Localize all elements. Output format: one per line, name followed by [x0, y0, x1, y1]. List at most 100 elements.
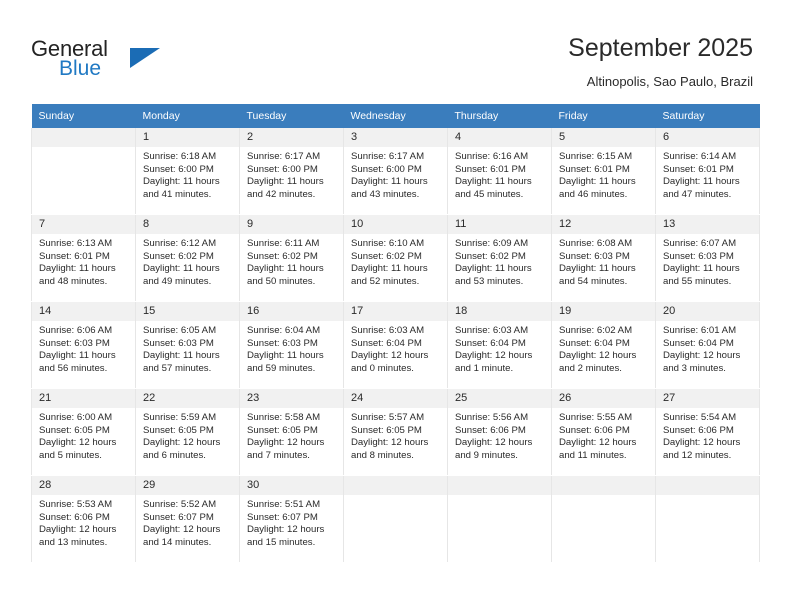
day-daylight-text: Daylight: 11 hours	[455, 176, 532, 188]
day-details: Sunrise: 6:17 AM Sunset: 6:00 PM Daylight:…	[240, 147, 343, 201]
calendar-day-cell[interactable]: 6 Sunrise: 6:14 AM Sunset: 6:01 PM Daylight…	[655, 128, 760, 215]
calendar-day-cell[interactable]: 26 Sunrise: 5:55 AM Sunset: 6:06 PM Dayligh…	[551, 389, 656, 476]
calendar-day-cell[interactable]: 22 Sunrise: 5:59 AM Sunset: 6:05 PM Dayligh…	[135, 389, 240, 476]
day-sunset-text: Sunset: 6:01 PM	[559, 163, 630, 175]
day-daylight-text: and 5 minutes.	[39, 449, 102, 461]
calendar-body: 1 Sunrise: 6:18 AM Sunset: 6:00 PM Daylight…	[31, 128, 760, 563]
day-number: 27	[656, 389, 759, 408]
page-header: General Blue September 2025 Altinopolis,…	[0, 0, 792, 104]
day-sunset-text: Sunset: 6:00 PM	[143, 163, 214, 175]
day-sunrise-text: Sunrise: 5:54 AM	[663, 412, 737, 423]
day-sunset-text: Sunset: 6:00 PM	[247, 163, 318, 175]
day-daylight-text: and 45 minutes.	[455, 188, 524, 200]
calendar-day-cell[interactable]: 5 Sunrise: 6:15 AM Sunset: 6:01 PM Daylight…	[551, 128, 656, 215]
day-daylight-text: and 42 minutes.	[247, 188, 316, 200]
day-sunset-text: Sunset: 6:05 PM	[351, 424, 422, 436]
calendar-day-cell[interactable]: 1 Sunrise: 6:18 AM Sunset: 6:00 PM Daylight…	[135, 128, 240, 215]
day-daylight-text: and 52 minutes.	[351, 275, 420, 287]
day-daylight-text: Daylight: 12 hours	[351, 350, 429, 362]
calendar-page: General Blue September 2025 Altinopolis,…	[0, 0, 792, 612]
calendar-day-cell[interactable]: 29 Sunrise: 5:52 AM Sunset: 6:07 PM Dayligh…	[135, 476, 240, 563]
day-sunrise-text: Sunrise: 6:13 AM	[39, 238, 113, 249]
day-sunset-text: Sunset: 6:02 PM	[143, 250, 214, 262]
day-sunrise-text: Sunrise: 5:58 AM	[247, 412, 321, 423]
calendar-day-cell[interactable]: 28 Sunrise: 5:53 AM Sunset: 6:06 PM Dayligh…	[31, 476, 136, 563]
calendar-week-row: 21 Sunrise: 6:00 AM Sunset: 6:05 PM Dayligh…	[31, 389, 760, 476]
triangle-flag-icon	[130, 48, 160, 68]
day-daylight-text: and 7 minutes.	[247, 449, 310, 461]
day-number: 7	[32, 215, 135, 234]
day-sunset-text: Sunset: 6:03 PM	[559, 250, 630, 262]
calendar-day-cell[interactable]: 19 Sunrise: 6:02 AM Sunset: 6:04 PM Dayligh…	[551, 302, 656, 389]
title-block: September 2025 Altinopolis, Sao Paulo, B…	[568, 33, 753, 91]
calendar-day-cell[interactable]: 30 Sunrise: 5:51 AM Sunset: 6:07 PM Dayligh…	[239, 476, 344, 563]
calendar-day-cell[interactable]: 8 Sunrise: 6:12 AM Sunset: 6:02 PM Daylight…	[135, 215, 240, 302]
day-number: 11	[448, 215, 551, 234]
day-sunrise-text: Sunrise: 6:04 AM	[247, 325, 321, 336]
calendar-day-cell[interactable]: 21 Sunrise: 6:00 AM Sunset: 6:05 PM Dayligh…	[31, 389, 136, 476]
calendar-day-cell[interactable]: 3 Sunrise: 6:17 AM Sunset: 6:00 PM Daylight…	[343, 128, 448, 215]
calendar-day-cell[interactable]: 24 Sunrise: 5:57 AM Sunset: 6:05 PM Dayligh…	[343, 389, 448, 476]
day-sunrise-text: Sunrise: 6:03 AM	[351, 325, 425, 336]
calendar-day-cell[interactable]: 13 Sunrise: 6:07 AM Sunset: 6:03 PM Dayligh…	[655, 215, 760, 302]
calendar-day-cell[interactable]: 15 Sunrise: 6:05 AM Sunset: 6:03 PM Dayligh…	[135, 302, 240, 389]
day-details: Sunrise: 5:51 AM Sunset: 6:07 PM Daylight:…	[240, 495, 343, 549]
calendar-day-cell[interactable]: 9 Sunrise: 6:11 AM Sunset: 6:02 PM Daylight…	[239, 215, 344, 302]
weekday-header-row: Sunday Monday Tuesday Wednesday Thursday…	[31, 104, 760, 128]
day-number: 21	[32, 389, 135, 408]
day-sunrise-text: Sunrise: 6:17 AM	[351, 151, 425, 162]
calendar-day-cell[interactable]: 12 Sunrise: 6:08 AM Sunset: 6:03 PM Dayligh…	[551, 215, 656, 302]
day-sunrise-text: Sunrise: 6:00 AM	[39, 412, 113, 423]
day-number: 25	[448, 389, 551, 408]
day-details: Sunrise: 6:06 AM Sunset: 6:03 PM Daylight:…	[32, 321, 135, 375]
day-sunrise-text: Sunrise: 6:07 AM	[663, 238, 737, 249]
day-details: Sunrise: 6:00 AM Sunset: 6:05 PM Daylight:…	[32, 408, 135, 462]
day-daylight-text: and 49 minutes.	[143, 275, 212, 287]
day-sunrise-text: Sunrise: 6:09 AM	[455, 238, 529, 249]
page-subtitle: Altinopolis, Sao Paulo, Brazil	[586, 74, 753, 89]
calendar-day-cell[interactable]: 7 Sunrise: 6:13 AM Sunset: 6:01 PM Daylight…	[31, 215, 136, 302]
brand-logo[interactable]: General Blue	[31, 36, 241, 86]
calendar-day-cell[interactable]: 16 Sunrise: 6:04 AM Sunset: 6:03 PM Dayligh…	[239, 302, 344, 389]
day-sunrise-text: Sunrise: 6:10 AM	[351, 238, 425, 249]
day-number: 18	[448, 302, 551, 321]
day-sunrise-text: Sunrise: 6:18 AM	[143, 151, 217, 162]
calendar-day-cell[interactable]: 10 Sunrise: 6:10 AM Sunset: 6:02 PM Dayligh…	[343, 215, 448, 302]
weekday-header-monday: Monday	[135, 104, 240, 128]
day-sunrise-text: Sunrise: 5:51 AM	[247, 499, 321, 510]
day-daylight-text: and 1 minute.	[455, 362, 514, 374]
calendar-week-row: 14 Sunrise: 6:06 AM Sunset: 6:03 PM Dayligh…	[31, 302, 760, 389]
day-daylight-text: Daylight: 11 hours	[559, 263, 636, 275]
day-daylight-text: and 12 minutes.	[663, 449, 732, 461]
day-daylight-text: and 2 minutes.	[559, 362, 622, 374]
day-sunrise-text: Sunrise: 6:17 AM	[247, 151, 321, 162]
calendar-day-cell[interactable]: 17 Sunrise: 6:03 AM Sunset: 6:04 PM Dayligh…	[343, 302, 448, 389]
calendar-day-cell[interactable]: 4 Sunrise: 6:16 AM Sunset: 6:01 PM Daylight…	[447, 128, 552, 215]
day-details: Sunrise: 5:54 AM Sunset: 6:06 PM Daylight:…	[656, 408, 759, 462]
day-daylight-text: Daylight: 12 hours	[143, 524, 221, 536]
day-daylight-text: Daylight: 11 hours	[247, 176, 324, 188]
day-daylight-text: and 41 minutes.	[143, 188, 212, 200]
day-details: Sunrise: 6:03 AM Sunset: 6:04 PM Daylight:…	[344, 321, 447, 375]
calendar-day-cell[interactable]: 14 Sunrise: 6:06 AM Sunset: 6:03 PM Dayligh…	[31, 302, 136, 389]
day-sunset-text: Sunset: 6:06 PM	[455, 424, 526, 436]
calendar-day-cell[interactable]: 25 Sunrise: 5:56 AM Sunset: 6:06 PM Dayligh…	[447, 389, 552, 476]
calendar-day-cell[interactable]: 18 Sunrise: 6:03 AM Sunset: 6:04 PM Dayligh…	[447, 302, 552, 389]
day-details: Sunrise: 6:11 AM Sunset: 6:02 PM Daylight:…	[240, 234, 343, 288]
calendar-day-cell[interactable]: 20 Sunrise: 6:01 AM Sunset: 6:04 PM Dayligh…	[655, 302, 760, 389]
day-daylight-text: Daylight: 12 hours	[455, 437, 533, 449]
weekday-header-sunday: Sunday	[31, 104, 136, 128]
day-number: 5	[552, 128, 655, 147]
calendar-day-cell[interactable]: 23 Sunrise: 5:58 AM Sunset: 6:05 PM Dayligh…	[239, 389, 344, 476]
day-details: Sunrise: 6:17 AM Sunset: 6:00 PM Daylight:…	[344, 147, 447, 201]
calendar-day-cell[interactable]: 2 Sunrise: 6:17 AM Sunset: 6:00 PM Daylight…	[239, 128, 344, 215]
day-daylight-text: and 43 minutes.	[351, 188, 420, 200]
day-daylight-text: and 54 minutes.	[559, 275, 628, 287]
day-sunset-text: Sunset: 6:05 PM	[39, 424, 110, 436]
day-sunrise-text: Sunrise: 6:06 AM	[39, 325, 113, 336]
calendar-day-cell[interactable]: 11 Sunrise: 6:09 AM Sunset: 6:02 PM Dayligh…	[447, 215, 552, 302]
day-daylight-text: and 59 minutes.	[247, 362, 316, 374]
calendar-day-cell[interactable]: 27 Sunrise: 5:54 AM Sunset: 6:06 PM Dayligh…	[655, 389, 760, 476]
day-sunrise-text: Sunrise: 5:56 AM	[455, 412, 529, 423]
day-daylight-text: Daylight: 11 hours	[39, 263, 116, 275]
